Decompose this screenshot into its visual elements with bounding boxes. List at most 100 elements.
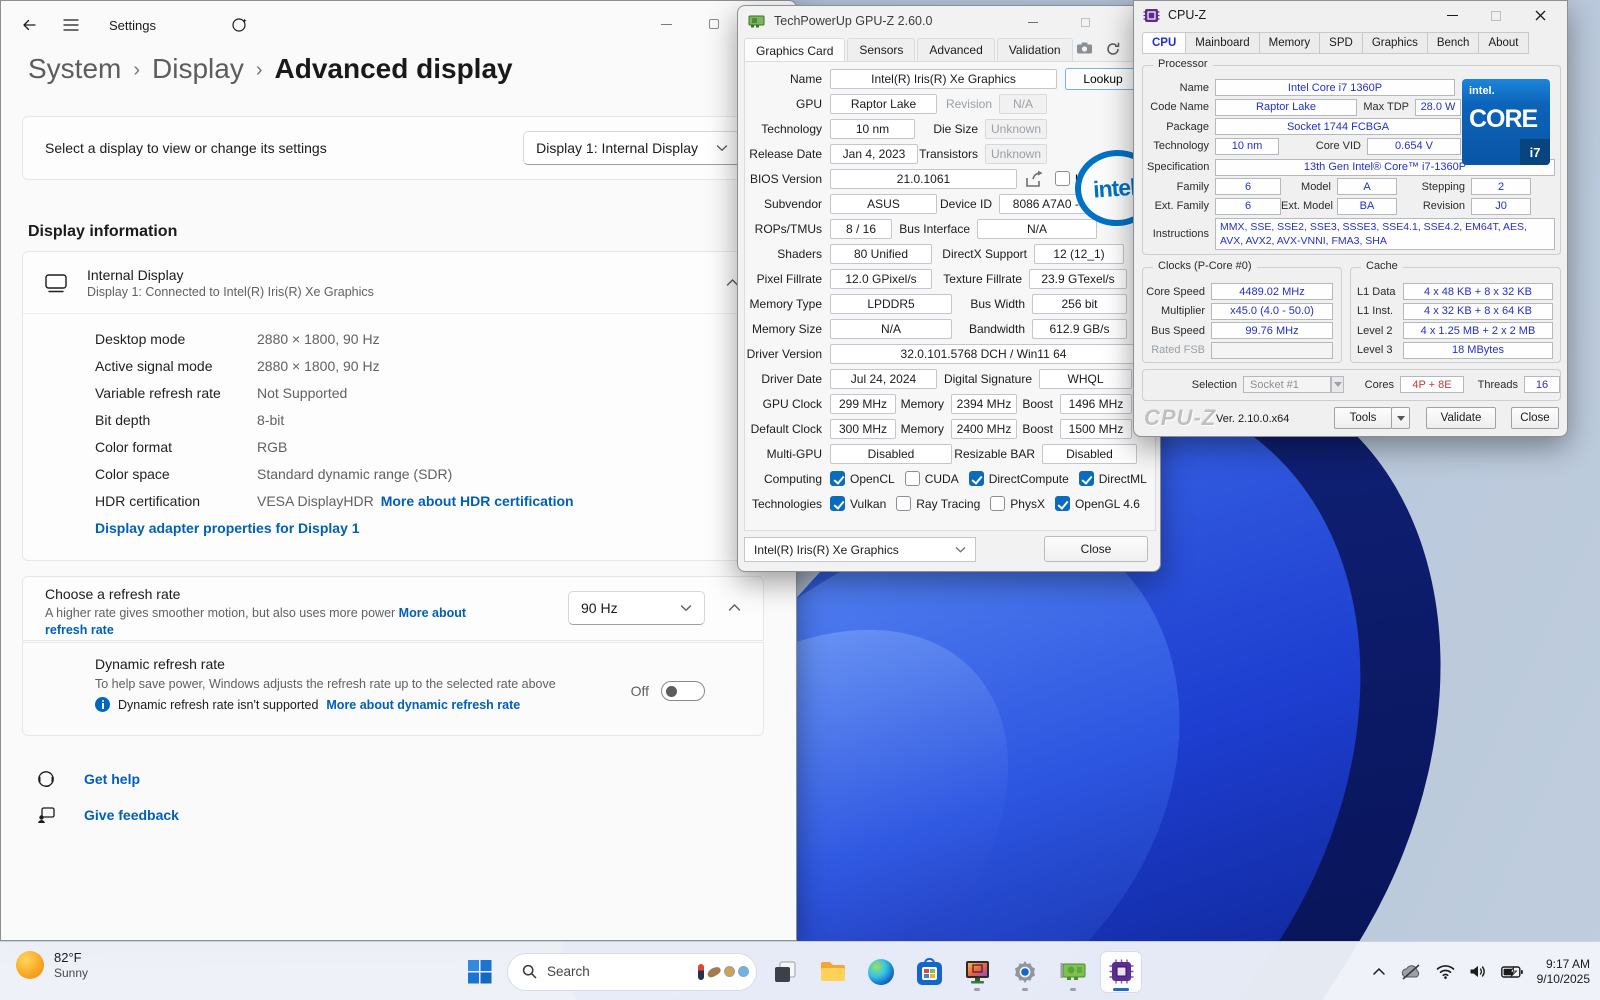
tab-advanced[interactable]: Advanced [917,38,994,62]
tab-mainboard[interactable]: Mainboard [1186,32,1259,54]
display-select-dropdown[interactable]: Display 1: Internal Display [523,131,741,165]
directcompute-checkbox[interactable]: DirectCompute [969,471,1069,486]
texture-fillrate-field: 23.9 GTexel/s [1029,269,1127,289]
directml-checkbox[interactable]: DirectML [1079,471,1147,486]
cpuz-close-button[interactable] [1521,5,1559,26]
cpuz-minimize-button[interactable] [1433,5,1471,26]
breadcrumb-display[interactable]: Display [152,53,244,85]
gpuz-maximize-button[interactable] [1068,12,1102,32]
volume-icon[interactable] [1469,964,1487,979]
back-button[interactable] [13,10,45,40]
internal-display-header[interactable]: Internal Display Display 1: Connected to… [23,252,763,314]
opengl-checkbox[interactable]: OpenGL 4.6 [1055,496,1140,511]
subvendor-field: ASUS [830,194,937,214]
start-button[interactable] [459,952,499,992]
tab-about[interactable]: About [1479,32,1528,54]
refresh-icon[interactable] [1106,42,1120,56]
get-help-icon [36,769,56,789]
tray-clock[interactable]: 9:17 AM 9/10/2025 [1537,957,1590,987]
ray-tracing-checkbox[interactable]: Ray Tracing [896,496,980,511]
info-row-hdr: HDR certification VESA DisplayHDR More a… [95,487,763,514]
lookup-button[interactable]: Lookup [1065,68,1141,90]
give-feedback-row[interactable]: Give feedback [36,805,179,825]
settings-taskbar-button[interactable] [1005,952,1045,992]
gpu-device-dropdown[interactable]: Intel(R) Iris(R) Xe Graphics [744,537,976,562]
dynamic-refresh-rate-toggle[interactable] [661,681,705,701]
cpuz-taskbar-button[interactable] [1101,952,1141,992]
socket-selection-dropdown[interactable]: Socket #1 [1243,376,1331,393]
tab-graphics[interactable]: Graphics [1363,32,1428,54]
gpuz-close-button[interactable]: Close [1044,536,1148,562]
settings-maximize-button[interactable] [694,11,734,37]
opencl-checkbox[interactable]: OpenCL [830,471,895,486]
breadcrumb-system[interactable]: System [28,53,121,85]
tab-validation[interactable]: Validation [997,38,1073,62]
get-help-link[interactable]: Get help [84,771,140,787]
more-about-dynamic-refresh-rate-link[interactable]: More about dynamic refresh rate [326,698,520,712]
vulkan-checkbox[interactable]: Vulkan [830,496,886,511]
technology-field: 10 nm [830,119,915,139]
cpuz-maximize-button[interactable] [1477,5,1515,26]
ext-family-field: 6 [1215,198,1281,215]
uefi-checkbox[interactable] [1055,171,1070,186]
bus-width-field: 256 bit [1032,294,1127,314]
edge-browser-button[interactable] [861,952,901,992]
cpuz-app-icon [1143,7,1160,24]
cpuz-close-action-button[interactable]: Close [1511,407,1559,429]
display-adapter-properties-link[interactable]: Display adapter properties for Display 1 [95,520,360,536]
tab-graphics-card[interactable]: Graphics Card [744,38,845,62]
screenshot-camera-icon[interactable] [1076,42,1093,54]
gpuz-minimize-button[interactable] [1016,12,1050,32]
navigation-menu-button[interactable] [55,10,87,40]
tools-dropdown-arrow[interactable] [1391,407,1410,429]
get-help-row[interactable]: Get help [36,769,140,789]
display-information-heading: Display information [28,223,177,241]
cores-field: 4P + 8E [1400,376,1464,393]
tray-time: 9:17 AM [1537,957,1590,972]
taskbar: 82°F Sunny Search [0,941,1600,1000]
battery-charging-icon[interactable] [1501,966,1523,978]
tab-memory[interactable]: Memory [1260,32,1321,54]
tray-chevron-up-icon[interactable] [1372,967,1386,976]
gpu-name-field: Intel(R) Iris(R) Xe Graphics [830,69,1057,89]
copilot-search-icon[interactable] [224,10,256,40]
file-explorer-button[interactable] [813,952,853,992]
multi-gpu-field: Disabled [830,444,952,464]
dynamic-refresh-rate-card: Dynamic refresh rate To help save power,… [22,642,764,736]
hdr-certification-link[interactable]: More about HDR certification [381,493,574,509]
rated-fsb-field [1211,342,1333,359]
level3-field: 18 MBytes [1403,342,1553,359]
physx-checkbox[interactable]: PhysX [990,496,1045,511]
memory-clock-field: 2394 MHz [951,394,1017,414]
cpu-revision-field: J0 [1471,198,1531,215]
tab-spd[interactable]: SPD [1320,32,1363,54]
onedrive-paused-icon[interactable] [1400,964,1422,980]
info-row-adapter: Display adapter properties for Display 1 [95,514,763,541]
gpuz-titlebar: TechPowerUp GPU-Z 2.60.0 [738,6,1160,36]
search-placeholder: Search [547,964,688,979]
tools-button[interactable]: Tools [1334,407,1392,429]
tab-cpu[interactable]: CPU [1142,32,1186,54]
microsoft-store-button[interactable] [909,952,949,992]
windows-logo-icon [467,959,492,984]
settings-window: Settings System › Display › Advanced dis… [0,0,797,941]
info-icon [95,697,110,712]
hardware-monitor-app-button[interactable] [957,952,997,992]
chevron-up-icon[interactable] [728,603,741,612]
tab-sensors[interactable]: Sensors [847,38,915,62]
task-view-button[interactable] [765,952,805,992]
search-icon [522,964,537,979]
wifi-icon[interactable] [1436,964,1455,979]
cuda-checkbox[interactable]: CUDA [905,471,959,486]
bus-interface-field: N/A [977,219,1097,239]
refresh-rate-dropdown[interactable]: 90 Hz [568,591,705,625]
share-export-icon[interactable] [1025,170,1045,188]
validate-button[interactable]: Validate [1426,407,1496,429]
resizable-bar-field: Disabled [1042,444,1137,464]
settings-minimize-button[interactable] [646,11,686,37]
give-feedback-link[interactable]: Give feedback [84,807,179,823]
taskbar-search-box[interactable]: Search [507,953,757,991]
selection-dropdown-arrow[interactable] [1331,376,1344,393]
tab-bench[interactable]: Bench [1428,32,1480,54]
gpuz-taskbar-button[interactable] [1053,952,1093,992]
